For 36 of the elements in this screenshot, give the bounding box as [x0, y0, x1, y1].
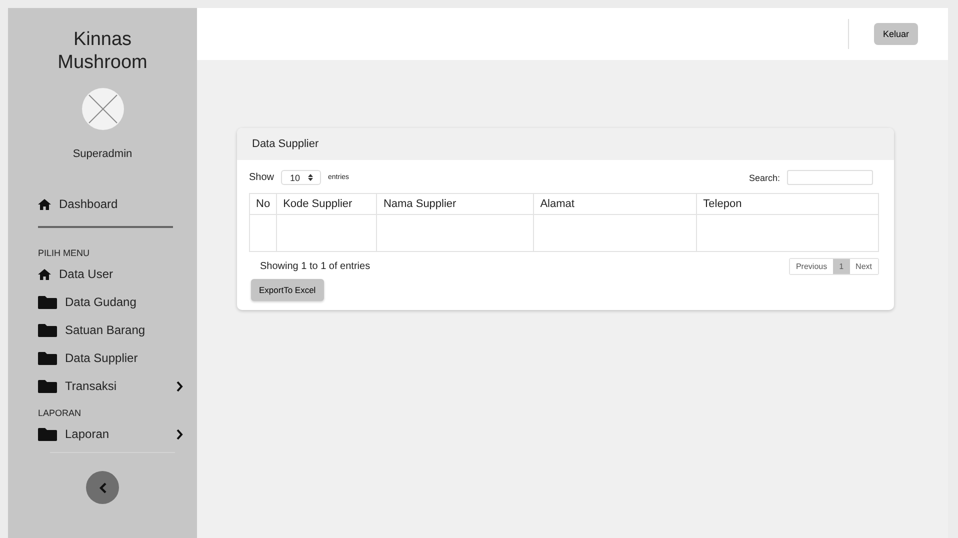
search-field[interactable] [787, 170, 873, 185]
home-icon [38, 198, 51, 210]
menu-item[interactable]: Data User [8, 260, 197, 288]
avatar-placeholder [82, 88, 124, 130]
column-header: Alamat [534, 194, 697, 214]
menu-item[interactable]: Dashboard [8, 190, 197, 218]
menu-heading: LAPORAN [38, 408, 82, 418]
table-info: Showing 1 to 1 of entries [260, 261, 370, 272]
page-size-select[interactable]: 10 [281, 170, 322, 185]
brand-name: Kinnas Mushroom [56, 28, 148, 74]
menu-item[interactable]: Data Gudang [8, 288, 197, 316]
menu-heading: PILIH MENU [38, 248, 90, 258]
logout-button[interactable]: Keluar [874, 23, 918, 45]
column-header: Telepon [696, 194, 878, 214]
column-header: Kode Supplier [276, 194, 377, 214]
menu-item[interactable]: Data Supplier [8, 344, 197, 372]
column-header: Nama Supplier [376, 194, 534, 214]
sort-arrows-icon [308, 174, 314, 181]
folder-icon [38, 296, 57, 308]
show-label: Show [249, 172, 274, 183]
page-button[interactable]: 1 [833, 259, 850, 274]
card-title: Data Supplier [252, 138, 319, 150]
folder-icon [38, 352, 57, 364]
menu-item[interactable]: Transaksi [8, 372, 197, 400]
folder-icon [38, 324, 57, 336]
folder-icon [38, 428, 57, 440]
menu-item[interactable]: Satuan Barang [8, 316, 197, 344]
collapse-button[interactable] [86, 471, 119, 504]
menu-item[interactable]: Laporan [8, 420, 197, 448]
export-button[interactable]: ExportTo Excel [251, 279, 324, 301]
user-role: Superadmin [72, 148, 132, 160]
folder-icon [38, 380, 57, 392]
search-label: Search: [748, 172, 780, 182]
home-icon [38, 268, 51, 280]
column-header: No [250, 194, 277, 214]
chevron-left-icon [98, 482, 106, 494]
